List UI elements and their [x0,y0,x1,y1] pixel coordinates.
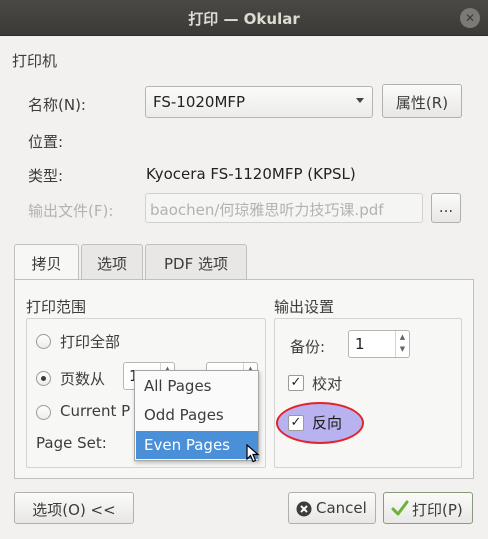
printer-properties-button[interactable]: 属性(R) [382,84,462,118]
page-set-dropdown[interactable]: All Pages Odd Pages Even Pages [134,370,259,461]
chevron-down-icon [356,98,364,103]
print-range-title: 打印范围 [26,298,87,316]
current-page-radio[interactable] [36,405,51,420]
type-label: 类型: [28,167,64,185]
copies-spinbox[interactable]: 1 ▲ ▼ [348,330,410,358]
tab-options[interactable]: 选项 [81,244,143,279]
page-set-label: Page Set: [36,434,107,452]
output-file-value: baochen/何琼雅思听力技巧课.pdf [150,201,384,219]
collate-label: 校对 [312,375,343,393]
location-label: 位置: [28,133,64,151]
spin-arrows-icon: ▲▼ [395,331,409,357]
page-set-option-even[interactable]: Even Pages [136,431,258,459]
window-title: 打印 — Okular [188,10,300,28]
tab-pdf-options[interactable]: PDF 选项 [145,244,247,279]
mouse-pointer-icon [246,444,260,463]
all-pages-radio[interactable] [36,334,51,349]
reverse-checkbox[interactable]: ✓ [288,415,304,431]
collate-checkbox[interactable]: ✓ [288,375,304,391]
pages-from-radio[interactable] [36,371,51,386]
printer-name-combo[interactable]: FS-1020MFP [145,86,373,118]
close-window-button[interactable]: ✕ [460,8,480,28]
checkmark-icon [391,500,409,516]
copies-label: 备份: [290,338,326,356]
tab-copies[interactable]: 拷贝 [14,244,79,280]
page-set-option-all[interactable]: All Pages [136,372,258,400]
output-file-field[interactable]: baochen/何琼雅思听力技巧课.pdf [145,193,423,223]
print-button[interactable]: 打印(P) [383,492,473,524]
current-page-label: Current P [60,402,131,420]
cancel-label: Cancel [316,499,367,517]
all-pages-label: 打印全部 [60,333,121,351]
pages-from-label: 页数从 [60,370,106,388]
output-settings-title: 输出设置 [274,298,335,316]
type-value: Kyocera FS-1120MFP (KPSL) [146,165,356,183]
copies-value: 1 [355,335,365,353]
print-label: 打印(P) [412,501,463,519]
browse-file-button[interactable]: ... [431,193,461,223]
title-bar: 打印 — Okular ✕ [0,0,488,36]
options-toggle-button[interactable]: 选项(O) << [14,492,134,524]
page-set-option-odd[interactable]: Odd Pages [136,401,258,429]
output-file-label: 输出文件(F): [28,202,114,220]
reverse-label: 反向 [312,414,343,432]
printer-name-value: FS-1020MFP [153,93,246,111]
printer-section-title: 打印机 [12,52,58,70]
printer-name-label: 名称(N): [28,96,86,114]
cancel-button[interactable]: Cancel [288,492,376,524]
cancel-x-icon [296,501,312,517]
